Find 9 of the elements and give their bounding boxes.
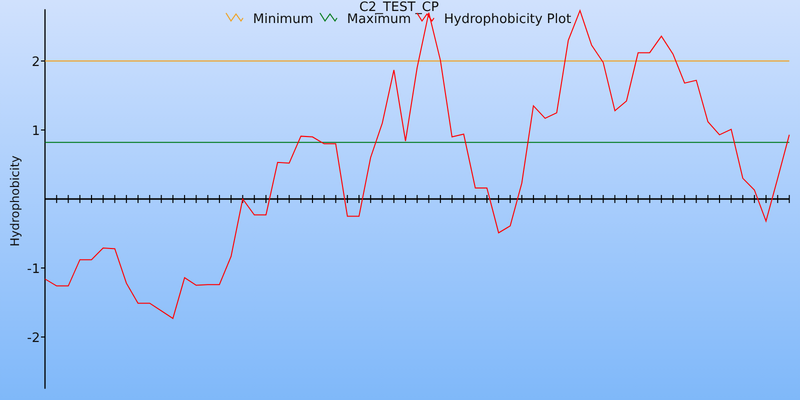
chart-title: C2_TEST_CP (359, 0, 439, 15)
y-tick-label: -2 (27, 331, 40, 346)
y-tick-label: -1 (27, 262, 40, 277)
y-tick-label: 1 (32, 124, 40, 139)
legend-label: Maximum (347, 12, 412, 27)
y-tick-label: 2 (32, 55, 40, 70)
y-axis-label: Hydrophobicity (8, 156, 22, 246)
legend-label: Hydrophobicity Plot (444, 12, 572, 27)
legend-label: Minimum (253, 12, 314, 27)
